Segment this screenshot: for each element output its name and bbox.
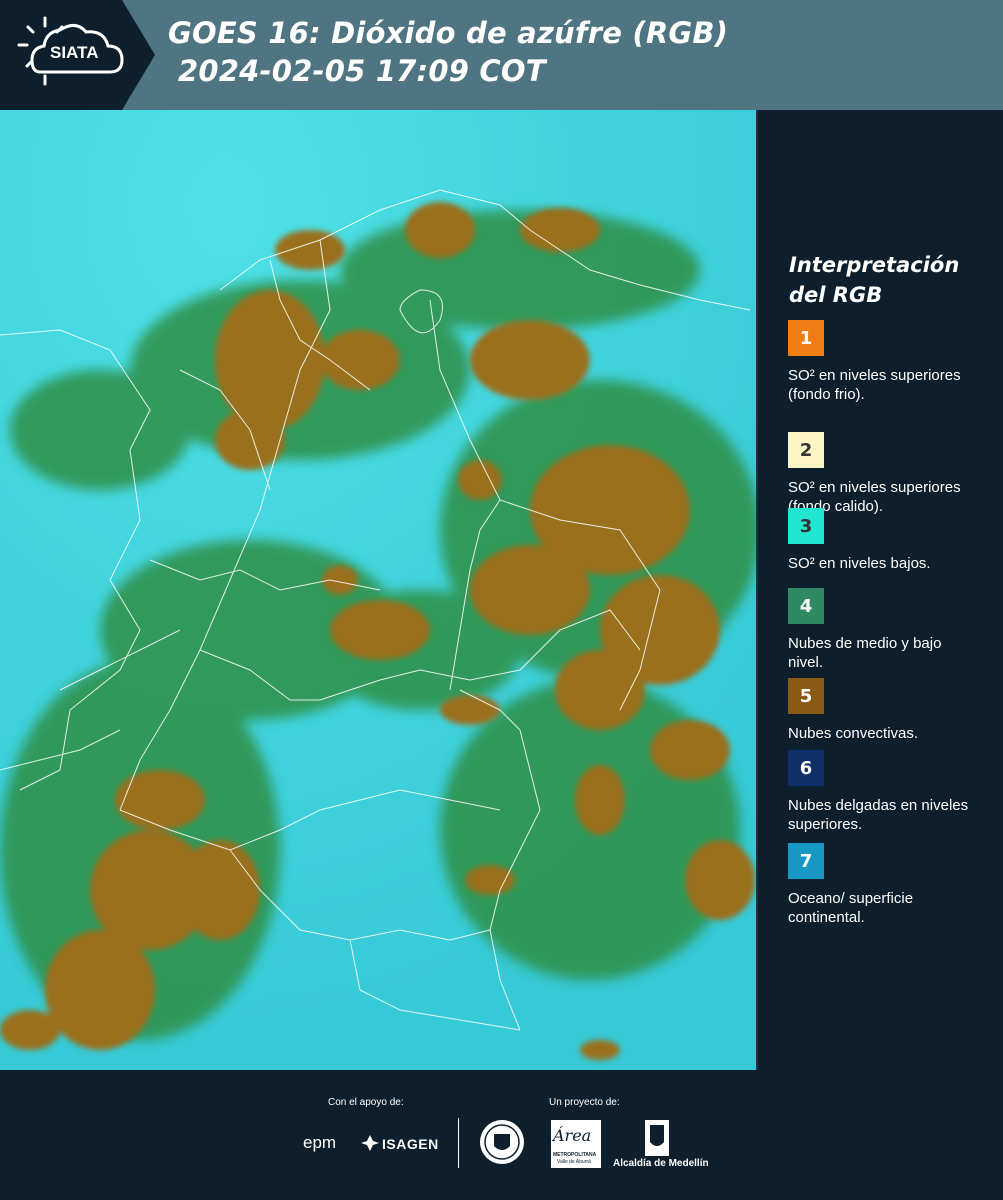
legend-panel: Interpretación del RGB 1 SO² en niveles s…	[760, 110, 1003, 1070]
legend-swatch: 2	[788, 432, 824, 468]
satellite-image	[0, 110, 758, 1070]
area-logo-caption: METROPOLITANA	[553, 1152, 597, 1158]
legend-description: SO² en niveles bajos.	[788, 555, 931, 572]
isagen-logo[interactable]: ISAGEN	[382, 1136, 439, 1152]
legend-description: SO² en niveles superiores (fondo frio).	[788, 367, 961, 403]
satellite-map-svg	[0, 110, 756, 1070]
legend-description: Oceano/ superficie continental.	[788, 890, 914, 926]
legend-description: Nubes convectivas.	[788, 725, 919, 742]
footer: Con el apoyo de: Un proyecto de: epm ISA…	[0, 1070, 1003, 1200]
medellin-seal-icon[interactable]	[478, 1118, 526, 1166]
epm-logo[interactable]: epm	[303, 1133, 336, 1153]
legend-description: Nubes de medio y bajo nivel.	[788, 635, 942, 671]
legend-title: Interpretación del RGB	[789, 253, 960, 307]
isagen-icon	[361, 1135, 379, 1151]
legend-swatch: 6	[788, 750, 824, 786]
legend-swatch: 5	[788, 678, 824, 714]
project-label: Un proyecto de:	[549, 1097, 620, 1108]
title-product: GOES 16: Dióxido de azúfre (RGB)	[168, 16, 729, 50]
legend-swatch: 1	[788, 320, 824, 356]
alcaldia-shield-icon	[645, 1120, 669, 1156]
title-timestamp: 2024-02-05 17:09 COT	[178, 54, 546, 88]
alcaldia-caption[interactable]: Alcaldía de Medellín	[613, 1158, 709, 1169]
page-title: GOES 16: Dióxido de azúfre (RGB) 2024-02…	[168, 14, 728, 90]
legend-swatch: 7	[788, 843, 824, 879]
header: SIATA GOES 16: Dióxido de azúfre (RGB) 2…	[0, 0, 1003, 110]
legend-description: Nubes delgadas en niveles superiores.	[788, 797, 969, 833]
footer-divider	[458, 1118, 459, 1168]
support-label: Con el apoyo de:	[328, 1097, 404, 1108]
logo-text: SIATA	[50, 43, 99, 62]
siata-logo[interactable]: SIATA	[0, 0, 155, 110]
area-metropolitana-logo[interactable]: Área METROPOLITANA Valle de Aburrá	[551, 1120, 601, 1168]
legend-swatch: 4	[788, 588, 824, 624]
area-logo-wordmark: Área	[553, 1126, 592, 1145]
legend-swatch: 3	[788, 508, 824, 544]
area-logo-subcaption: Valle de Aburrá	[557, 1159, 591, 1165]
